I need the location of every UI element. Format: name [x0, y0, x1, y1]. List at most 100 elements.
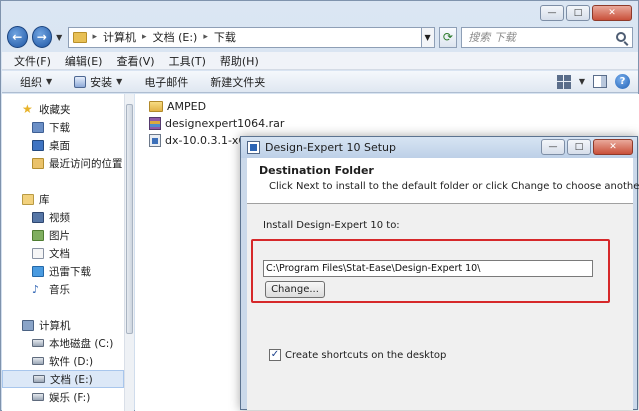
back-button[interactable]: ←: [7, 26, 28, 48]
nav-item-recent[interactable]: 最近访问的位置: [2, 154, 124, 172]
shortcut-checkbox[interactable]: ✓: [269, 349, 281, 361]
chevron-down-icon: ▼: [46, 77, 53, 86]
dialog-close-button[interactable]: ✕: [593, 139, 633, 155]
forward-button[interactable]: →: [31, 26, 53, 48]
recent-places-icon: [32, 157, 44, 169]
nav-label: 桌面: [49, 139, 70, 152]
refresh-icon: ⟳: [442, 30, 453, 44]
nav-label: 迅雷下载: [49, 265, 91, 278]
dialog-minimize-button[interactable]: —: [541, 139, 565, 155]
folder-icon: [72, 31, 87, 43]
drive-icon: [32, 393, 44, 401]
view-options-icon[interactable]: [556, 74, 571, 89]
breadcrumb-downloads[interactable]: 下载: [214, 29, 236, 45]
nav-item-desktop[interactable]: 桌面: [2, 136, 124, 154]
minimize-button[interactable]: —: [540, 5, 564, 21]
change-button[interactable]: Change...: [265, 281, 325, 298]
desktop-icon: [32, 139, 44, 151]
breadcrumb-drive-e[interactable]: 文档 (E:): [153, 29, 198, 45]
menu-edit[interactable]: 编辑(E): [65, 53, 103, 69]
nav-label: 文档 (E:): [50, 373, 93, 386]
organize-button[interactable]: 组织 ▼: [20, 74, 52, 90]
thunder-download-icon: [32, 265, 44, 277]
email-label: 电子邮件: [144, 75, 189, 89]
nav-item-pictures[interactable]: 图片: [2, 226, 124, 244]
dialog-maximize-button[interactable]: □: [567, 139, 591, 155]
refresh-button[interactable]: ⟳: [438, 26, 458, 48]
picture-icon: [32, 229, 44, 241]
nav-computer[interactable]: 计算机: [2, 316, 124, 334]
search-placeholder: 搜索 下载: [468, 31, 516, 44]
install-label: 安装: [90, 75, 113, 89]
document-icon: [32, 247, 44, 259]
dialog-header-subtitle: Click Next to install to the default fol…: [269, 181, 639, 192]
nav-label: 视频: [49, 211, 70, 224]
chevron-down-icon[interactable]: ▼: [579, 77, 585, 86]
history-dropdown-icon[interactable]: ▼: [56, 33, 63, 42]
address-bar[interactable]: ▸ 计算机 ▸ 文档 (E:) ▸ 下载: [67, 26, 422, 48]
menu-view[interactable]: 查看(V): [116, 53, 154, 69]
install-location-label: Install Design-Expert 10 to:: [263, 220, 400, 231]
install-button[interactable]: 安装 ▼: [74, 74, 122, 90]
nav-libraries[interactable]: 库: [2, 190, 124, 208]
nav-item-downloads[interactable]: 下载: [2, 118, 124, 136]
nav-item-drive-c[interactable]: 本地磁盘 (C:): [2, 334, 124, 352]
navigation-pane: ★ 收藏夹 下载 桌面 最近访问的位置 库 视频 图片 文档 迅雷下载 ♪ 音乐…: [2, 94, 124, 411]
preview-pane-icon[interactable]: [593, 75, 607, 88]
breadcrumb-separator-icon[interactable]: ▸: [203, 32, 208, 42]
nav-item-thunder[interactable]: 迅雷下载: [2, 262, 124, 280]
toolbar-right: ▼ ?: [556, 74, 630, 89]
nav-item-drive-d[interactable]: 软件 (D:): [2, 352, 124, 370]
search-input[interactable]: 搜索 下载: [461, 26, 633, 48]
nav-favorites[interactable]: ★ 收藏夹: [2, 100, 124, 118]
file-item-rar[interactable]: designexpert1064.rar: [149, 115, 284, 131]
installer-icon: [149, 133, 161, 147]
nav-item-drive-e[interactable]: 文档 (E:): [2, 370, 124, 388]
maximize-button[interactable]: □: [566, 5, 590, 21]
forward-arrow-icon: →: [36, 30, 47, 44]
music-icon: ♪: [32, 282, 40, 296]
back-arrow-icon: ←: [12, 30, 23, 44]
file-name: designexpert1064.rar: [165, 116, 285, 130]
breadcrumb-computer[interactable]: 计算机: [103, 29, 136, 45]
nav-label: 文档: [49, 247, 70, 260]
new-folder-button[interactable]: 新建文件夹: [210, 74, 265, 90]
setup-app-icon: [247, 141, 260, 154]
nav-item-music[interactable]: ♪ 音乐: [2, 280, 124, 298]
nav-item-documents[interactable]: 文档: [2, 244, 124, 262]
nav-label: 收藏夹: [39, 103, 71, 116]
address-dropdown-icon[interactable]: ▼: [421, 26, 435, 48]
menu-help[interactable]: 帮助(H): [220, 53, 259, 69]
shortcut-option[interactable]: ✓ Create shortcuts on the desktop: [269, 349, 446, 361]
menu-tools[interactable]: 工具(T): [169, 53, 206, 69]
shortcut-label: Create shortcuts on the desktop: [285, 349, 447, 361]
file-name: AMPED: [167, 99, 207, 113]
dialog-title-bar[interactable]: Design-Expert 10 Setup — □ ✕: [241, 137, 637, 158]
install-path-input[interactable]: [263, 260, 593, 277]
star-icon: ★: [22, 102, 33, 116]
help-icon[interactable]: ?: [615, 74, 630, 89]
nav-label: 娱乐 (F:): [49, 391, 91, 404]
scrollbar-thumb[interactable]: [126, 104, 133, 334]
nav-item-videos[interactable]: 视频: [2, 208, 124, 226]
nav-label: 下载: [49, 121, 70, 134]
dialog-body: Destination Folder Click Next to install…: [247, 158, 639, 410]
nav-label: 计算机: [39, 319, 71, 332]
computer-group: 计算机 本地磁盘 (C:) 软件 (D:) 文档 (E:) 娱乐 (F:): [2, 316, 124, 406]
address-row: ← → ▼ ▸ 计算机 ▸ 文档 (E:) ▸ 下载 ▼ ⟳ 搜索 下载: [7, 25, 633, 49]
file-item-amped[interactable]: AMPED: [149, 98, 206, 114]
nav-label: 软件 (D:): [49, 355, 94, 368]
nav-pane-scrollbar[interactable]: [124, 94, 134, 411]
window-controls: — □ ✕: [540, 5, 632, 21]
menu-file[interactable]: 文件(F): [14, 53, 51, 69]
dialog-controls: — □ ✕: [541, 139, 633, 155]
new-folder-label: 新建文件夹: [210, 75, 266, 89]
email-button[interactable]: 电子邮件: [144, 74, 188, 90]
folder-icon: [149, 100, 163, 112]
breadcrumb-separator-icon[interactable]: ▸: [142, 32, 147, 42]
nav-item-drive-f[interactable]: 娱乐 (F:): [2, 388, 124, 406]
close-button[interactable]: ✕: [592, 5, 632, 21]
nav-label: 库: [39, 193, 50, 206]
breadcrumb-separator-icon[interactable]: ▸: [93, 32, 98, 42]
chevron-down-icon: ▼: [116, 77, 123, 86]
